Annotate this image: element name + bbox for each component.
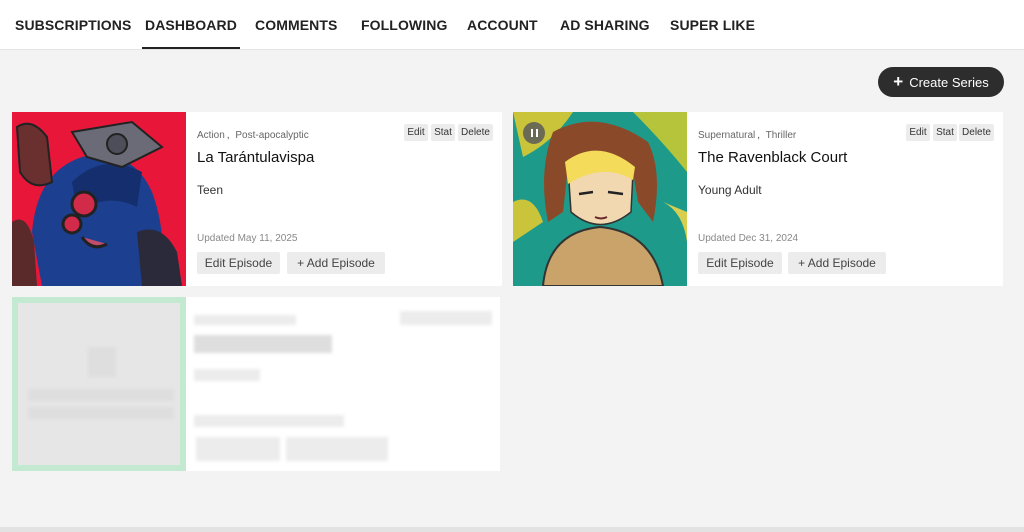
genre-tag[interactable]: Post-apocalyptic — [235, 130, 308, 141]
placeholder-thumbnail — [12, 297, 186, 471]
edit-button[interactable]: Edit — [906, 124, 930, 141]
edit-button[interactable]: Edit — [404, 124, 428, 141]
create-series-label: Create Series — [909, 74, 989, 90]
genre-tag[interactable]: Action — [197, 130, 225, 141]
tab-account[interactable]: ACCOUNT — [467, 0, 538, 50]
stat-button[interactable]: Stat — [431, 124, 455, 141]
delete-button[interactable]: Delete — [959, 124, 994, 141]
series-updated: Updated Dec 31, 2024 — [698, 233, 799, 244]
tab-ad-sharing[interactable]: AD SHARING — [560, 0, 650, 50]
genre-tag[interactable]: Supernatural — [698, 130, 755, 141]
series-card: Action, Post-apocalyptic La Tarántulavis… — [12, 112, 502, 286]
delete-button[interactable]: Delete — [458, 124, 493, 141]
tab-comments[interactable]: COMMENTS — [255, 0, 337, 50]
genre-list: Supernatural, Thriller — [698, 130, 797, 141]
edit-episode-button[interactable]: Edit Episode — [197, 252, 280, 274]
edit-episode-button[interactable]: Edit Episode — [698, 252, 782, 274]
plus-icon: + — [893, 71, 904, 91]
create-series-button[interactable]: + Create Series — [878, 67, 1004, 97]
series-cover-image[interactable] — [12, 112, 186, 286]
tab-dashboard[interactable]: DASHBOARD — [142, 0, 240, 50]
add-episode-button[interactable]: + Add Episode — [788, 252, 886, 274]
series-card: Supernatural, Thriller The Ravenblack Co… — [513, 112, 1003, 286]
tab-subscriptions[interactable]: SUBSCRIPTIONS — [15, 0, 131, 50]
series-cover-image[interactable] — [513, 112, 687, 286]
genre-list: Action, Post-apocalyptic — [197, 130, 309, 141]
series-title[interactable]: The Ravenblack Court — [698, 149, 847, 166]
genre-tag[interactable]: Thriller — [766, 130, 797, 141]
add-episode-button[interactable]: + Add Episode — [287, 252, 385, 274]
series-rating: Young Adult — [698, 183, 762, 197]
tab-following[interactable]: FOLLOWING — [361, 0, 447, 50]
series-rating: Teen — [197, 183, 224, 197]
top-nav: SUBSCRIPTIONS DASHBOARD COMMENTS FOLLOWI… — [0, 0, 1024, 50]
series-title[interactable]: La Tarántulavispa — [197, 149, 314, 166]
loading-series-card — [12, 297, 500, 471]
paused-icon[interactable] — [523, 122, 545, 144]
tab-super-like[interactable]: SUPER LIKE — [670, 0, 755, 50]
stat-button[interactable]: Stat — [933, 124, 957, 141]
series-updated: Updated May 11, 2025 — [197, 233, 298, 244]
cover-art-icon — [12, 112, 186, 286]
bottom-scroll-strip — [0, 527, 1024, 532]
